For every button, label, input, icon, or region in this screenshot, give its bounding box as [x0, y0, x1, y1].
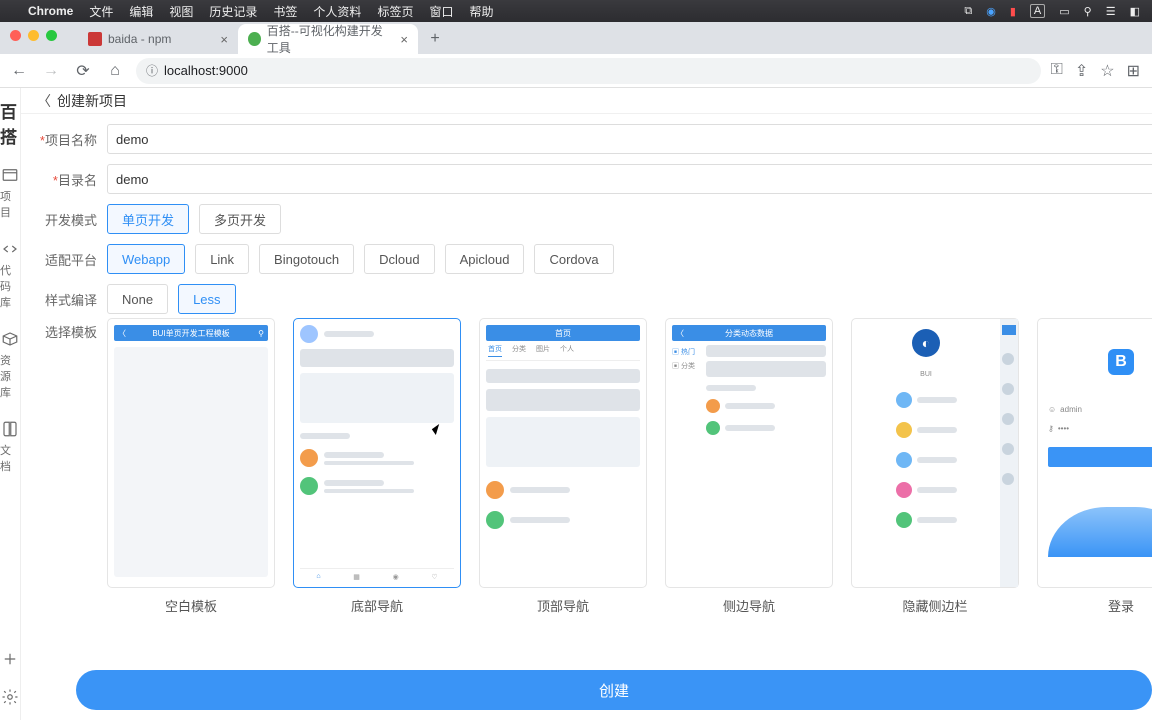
home-button[interactable]: ⌂	[104, 60, 126, 82]
minimize-window-icon[interactable]	[28, 30, 39, 41]
template-name: 空白模板	[165, 596, 217, 615]
status-icon[interactable]: ◉	[986, 5, 996, 18]
template-scroll[interactable]: 〈BUI单页开发工程模板⚲ 空白模板 ⌂▦◉♡	[107, 318, 1152, 615]
platform-label: 适配平台	[37, 250, 97, 269]
template-side-nav[interactable]: 〈分类动态数据 ▣ 热门 ▣ 分类	[665, 318, 833, 615]
star-icon[interactable]: ☆	[1100, 61, 1114, 81]
template-top-nav[interactable]: 首页 首页分类图片个人 顶部导航	[479, 318, 647, 615]
sidebar-label: 代码库	[0, 262, 20, 310]
close-window-icon[interactable]	[10, 30, 21, 41]
site-info-icon[interactable]: ⓘ	[146, 62, 158, 79]
platform-webapp[interactable]: Webapp	[107, 244, 185, 274]
plus-icon	[0, 650, 20, 668]
extensions-icon[interactable]: ⊞	[1127, 61, 1140, 81]
menu-help[interactable]: 帮助	[469, 3, 493, 20]
template-label: 选择模板	[37, 318, 97, 341]
page-title: 创建新项目	[57, 91, 127, 111]
menu-tabs[interactable]: 标签页	[377, 3, 413, 20]
mode-single[interactable]: 单页开发	[107, 204, 189, 234]
gear-icon	[0, 688, 20, 706]
sidebar-add-button[interactable]	[0, 640, 20, 678]
new-tab-button[interactable]: +	[422, 26, 448, 52]
platform-apicloud[interactable]: Apicloud	[445, 244, 525, 274]
project-name-input[interactable]	[107, 124, 1152, 154]
book-icon	[0, 420, 20, 438]
screenrec-icon[interactable]: ⧉	[964, 5, 972, 18]
macos-menubar: Chrome 文件 编辑 视图 历史记录 书签 个人资料 标签页 窗口 帮助 ⧉…	[0, 0, 1152, 22]
app-name[interactable]: Chrome	[28, 4, 73, 18]
menu-history[interactable]: 历史记录	[209, 3, 257, 20]
browser-toolbar: ← → ⟳ ⌂ ⓘ localhost:9000 ⚿ ⇪ ☆ ⊞	[0, 54, 1152, 88]
sidebar-settings-button[interactable]	[0, 678, 20, 720]
template-name: 底部导航	[351, 596, 403, 615]
platform-link[interactable]: Link	[195, 244, 249, 274]
template-login[interactable]: B ☺admin ⚷•••• 登录	[1037, 318, 1152, 615]
baida-favicon	[248, 32, 261, 46]
platform-cordova[interactable]: Cordova	[534, 244, 613, 274]
app-sidebar: 百搭 项目 代码库 资源库 文档	[0, 88, 21, 720]
close-tab-icon[interactable]: ×	[400, 32, 408, 47]
tab-title: baida - npm	[108, 32, 171, 46]
create-button[interactable]: 创建	[76, 670, 1152, 710]
back-button[interactable]: ←	[8, 60, 30, 82]
box-icon	[0, 330, 20, 348]
back-icon[interactable]: 〈	[37, 91, 51, 111]
projects-icon	[0, 166, 20, 184]
zoom-window-icon[interactable]	[46, 30, 57, 41]
sidebar-item-assets[interactable]: 资源库	[0, 320, 20, 410]
template-blank[interactable]: 〈BUI单页开发工程模板⚲ 空白模板	[107, 318, 275, 615]
template-name: 顶部导航	[537, 596, 589, 615]
menu-window[interactable]: 窗口	[429, 3, 453, 20]
menu-edit[interactable]: 编辑	[129, 3, 153, 20]
status-icon-2[interactable]: ▮	[1010, 5, 1016, 18]
template-name: 侧边导航	[723, 596, 775, 615]
sidebar-item-docs[interactable]: 文档	[0, 410, 20, 484]
dir-label: *目录名	[37, 170, 97, 189]
dir-name-input[interactable]	[107, 164, 1152, 194]
template-hidden-side[interactable]: ◐ BUI	[851, 318, 1019, 615]
sidebar-label: 资源库	[0, 352, 20, 400]
url-text: localhost:9000	[164, 63, 248, 78]
forward-button[interactable]: →	[40, 60, 62, 82]
menu-bookmarks[interactable]: 书签	[273, 3, 297, 20]
name-label: *项目名称	[37, 130, 97, 149]
browser-tab-baida[interactable]: 百搭--可视化构建开发工具 ×	[238, 24, 418, 54]
app-brand: 百搭	[0, 94, 20, 156]
sidebar-label: 项目	[0, 188, 20, 220]
template-name: 登录	[1108, 596, 1134, 615]
browser-tab-npm[interactable]: baida - npm ×	[78, 24, 238, 54]
sidebar-label: 文档	[0, 442, 20, 474]
template-bottom-nav[interactable]: ⌂▦◉♡ 底部导航	[293, 318, 461, 615]
key-icon[interactable]: ⚿	[1051, 61, 1063, 81]
style-less[interactable]: Less	[178, 284, 235, 314]
reload-button[interactable]: ⟳	[72, 60, 94, 82]
battery-icon[interactable]: ▭	[1059, 5, 1069, 18]
close-tab-icon[interactable]: ×	[220, 32, 228, 47]
style-none[interactable]: None	[107, 284, 168, 314]
sidebar-item-projects[interactable]: 项目	[0, 156, 20, 230]
menu-file[interactable]: 文件	[89, 3, 113, 20]
platform-dcloud[interactable]: Dcloud	[364, 244, 434, 274]
main-panel: 〈 创建新项目 *项目名称 *目录名 开发模式 单页开发 多页开发 适配平台	[21, 88, 1152, 720]
sidebar-item-code[interactable]: 代码库	[0, 230, 20, 320]
address-bar[interactable]: ⓘ localhost:9000	[136, 58, 1041, 84]
search-icon[interactable]: ⚲	[1084, 5, 1092, 18]
mode-label: 开发模式	[37, 210, 97, 229]
tab-title: 百搭--可视化构建开发工具	[267, 22, 395, 56]
input-icon[interactable]: A	[1030, 4, 1045, 18]
browser-tabbar: baida - npm × 百搭--可视化构建开发工具 × +	[0, 22, 1152, 54]
template-name: 隐藏侧边栏	[902, 596, 967, 615]
npm-favicon	[88, 32, 102, 46]
control-center-icon[interactable]: ☰	[1106, 5, 1116, 18]
window-controls[interactable]	[10, 30, 57, 41]
menu-profile[interactable]: 个人资料	[313, 3, 361, 20]
menu-view[interactable]: 视图	[169, 3, 193, 20]
platform-bingotouch[interactable]: Bingotouch	[259, 244, 354, 274]
share-icon[interactable]: ⇪	[1075, 61, 1088, 81]
page-header: 〈 创建新项目	[21, 88, 1152, 114]
style-label: 样式编译	[37, 290, 97, 309]
code-icon	[0, 240, 20, 258]
tray-icon[interactable]: ◧	[1130, 5, 1140, 18]
mode-multi[interactable]: 多页开发	[199, 204, 281, 234]
